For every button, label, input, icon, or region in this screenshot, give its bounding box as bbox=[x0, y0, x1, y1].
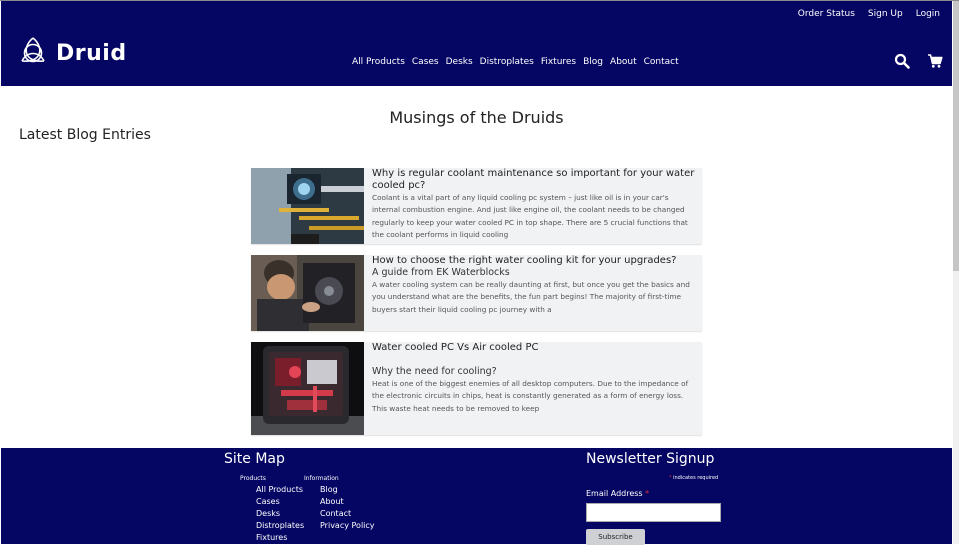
blog-card-body: How to choose the right water cooling ki… bbox=[372, 255, 698, 316]
nav-fixtures[interactable]: Fixtures bbox=[541, 57, 576, 67]
blog-card-body: Why is regular coolant maintenance so im… bbox=[372, 168, 698, 241]
nav-desks[interactable]: Desks bbox=[446, 57, 473, 67]
blog-thumbnail-kit[interactable] bbox=[251, 255, 364, 331]
site-footer: Site Map Products Information All Produc… bbox=[1, 448, 952, 545]
email-label: Email Address * bbox=[586, 489, 649, 498]
blog-thumbnail-coolant[interactable] bbox=[251, 168, 364, 244]
blog-card[interactable]: Why is regular coolant maintenance so im… bbox=[251, 168, 702, 244]
footer-link-fixtures[interactable]: Fixtures bbox=[256, 532, 304, 544]
blog-card[interactable]: Water cooled PC Vs Air cooled PC Why the… bbox=[251, 342, 702, 435]
nav-about[interactable]: About bbox=[610, 57, 637, 67]
triquetra-logo-icon bbox=[21, 37, 45, 63]
blog-card-body: Water cooled PC Vs Air cooled PC Why the… bbox=[372, 342, 698, 415]
required-asterisk: * bbox=[669, 475, 672, 481]
blog-subtitle: Why the need for cooling? bbox=[372, 366, 497, 377]
blog-thumbnail-pc[interactable] bbox=[251, 342, 364, 435]
newsletter-title: Newsletter Signup bbox=[586, 451, 715, 467]
nav-distroplates[interactable]: Distroplates bbox=[480, 57, 534, 67]
brand-name: Druid bbox=[56, 40, 127, 66]
products-links: All Products Cases Desks Distroplates Fi… bbox=[256, 484, 304, 544]
footer-link-about[interactable]: About bbox=[320, 496, 375, 508]
blog-card[interactable]: How to choose the right water cooling ki… bbox=[251, 255, 702, 331]
cart-icon bbox=[928, 54, 943, 68]
search-button[interactable] bbox=[894, 53, 910, 69]
search-icon bbox=[894, 53, 910, 69]
footer-link-contact[interactable]: Contact bbox=[320, 508, 375, 520]
footer-link-blog[interactable]: Blog bbox=[320, 484, 375, 496]
nav-blog[interactable]: Blog bbox=[583, 57, 603, 67]
footer-link-cases[interactable]: Cases bbox=[256, 496, 304, 508]
coolant-photo bbox=[251, 168, 364, 244]
required-note-text: indicates required bbox=[673, 475, 719, 481]
products-heading: Products bbox=[240, 475, 266, 482]
footer-link-distroplates[interactable]: Distroplates bbox=[256, 520, 304, 532]
email-required-asterisk: * bbox=[645, 489, 650, 498]
email-field[interactable] bbox=[586, 503, 721, 522]
brand-logo[interactable]: Druid bbox=[16, 36, 127, 70]
blog-excerpt: A water cooling system can be really dau… bbox=[372, 280, 690, 314]
blog-title[interactable]: How to choose the right water cooling ki… bbox=[372, 255, 698, 267]
nav-cases[interactable]: Cases bbox=[412, 57, 439, 67]
blog-subtitle: A guide from EK Waterblocks bbox=[372, 267, 510, 278]
main-nav: All Products Cases Desks Distroplates Fi… bbox=[352, 57, 679, 67]
order-status-link[interactable]: Order Status bbox=[798, 9, 855, 19]
cart-button[interactable] bbox=[927, 53, 943, 69]
water-cooling-kit-photo bbox=[251, 255, 364, 331]
information-heading: Information bbox=[304, 475, 339, 482]
site-header: Order Status Sign Up Login Druid All Pro… bbox=[1, 1, 952, 86]
subscribe-button[interactable]: Subscribe bbox=[586, 529, 645, 545]
page-title: Musings of the Druids bbox=[389, 108, 564, 127]
sign-up-link[interactable]: Sign Up bbox=[868, 9, 903, 19]
nav-all-products[interactable]: All Products bbox=[352, 57, 405, 67]
required-note: * indicates required bbox=[669, 475, 718, 481]
footer-link-privacy-policy[interactable]: Privacy Policy bbox=[320, 520, 375, 532]
email-label-text: Email Address bbox=[586, 489, 643, 498]
water-cooled-pc-photo bbox=[251, 342, 364, 435]
site-map-title: Site Map bbox=[224, 451, 285, 467]
account-links: Order Status Sign Up Login bbox=[798, 9, 940, 19]
section-title: Latest Blog Entries bbox=[19, 127, 151, 143]
login-link[interactable]: Login bbox=[916, 9, 940, 19]
nav-contact[interactable]: Contact bbox=[644, 57, 679, 67]
blog-excerpt: Coolant is a vital part of any liquid co… bbox=[372, 193, 688, 239]
page-scrollbar[interactable] bbox=[953, 1, 959, 544]
scrollbar-thumb[interactable] bbox=[953, 1, 959, 271]
information-links: Blog About Contact Privacy Policy bbox=[320, 484, 375, 532]
blog-excerpt: Heat is one of the biggest enemies of al… bbox=[372, 379, 689, 413]
blog-title[interactable]: Why is regular coolant maintenance so im… bbox=[372, 168, 698, 192]
blog-title[interactable]: Water cooled PC Vs Air cooled PC bbox=[372, 342, 698, 354]
footer-link-all-products[interactable]: All Products bbox=[256, 484, 304, 496]
footer-link-desks[interactable]: Desks bbox=[256, 508, 304, 520]
